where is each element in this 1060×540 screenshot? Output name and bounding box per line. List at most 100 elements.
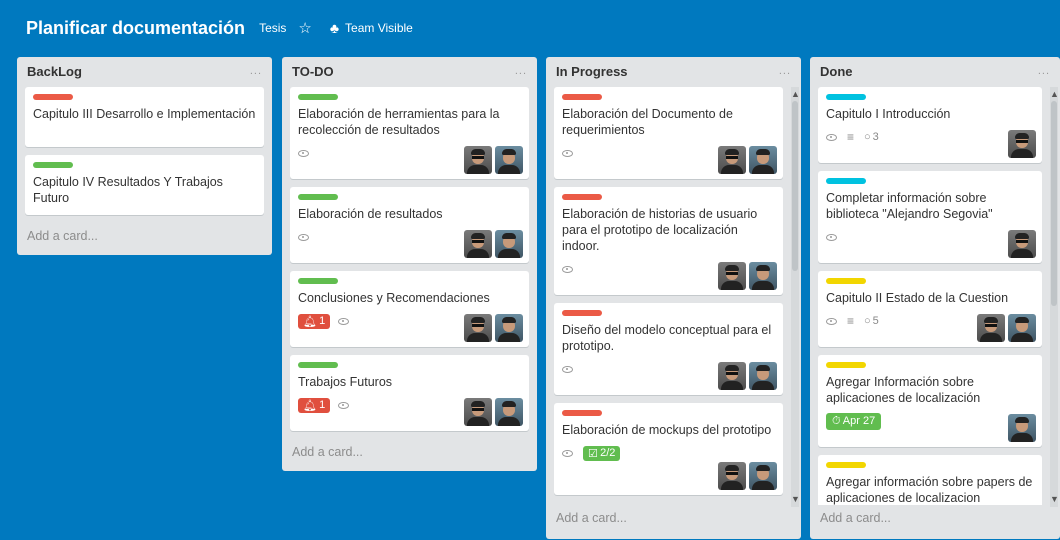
list-menu-icon[interactable]: ... [779, 65, 791, 77]
card-title: Elaboración de historias de usuario para… [562, 207, 758, 253]
card[interactable]: Elaboración de herramientas para la reco… [290, 87, 529, 179]
add-card-button[interactable]: Add a card... [810, 505, 1060, 535]
avatar[interactable] [977, 314, 1005, 342]
scrollbar[interactable] [1050, 87, 1058, 507]
star-icon: ☆ [298, 19, 312, 37]
eye-icon [298, 149, 309, 157]
due-alert-badge: 🔔︎ 1 [298, 313, 331, 329]
card-title: Conclusiones y Recomendaciones [298, 291, 490, 305]
avatar[interactable] [749, 362, 777, 390]
scroll-up-icon[interactable]: ▲ [1050, 89, 1059, 99]
card[interactable]: Capitulo III Desarrollo e Implementación [25, 87, 264, 147]
avatar[interactable] [495, 314, 523, 342]
list-done: Done ... Capitulo I Introducción ≡ ○ 3 Co… [810, 57, 1060, 539]
card[interactable]: Agregar información sobre papers de apli… [818, 455, 1042, 505]
card[interactable]: Elaboración de historias de usuario para… [554, 187, 783, 295]
label-yellow [826, 278, 866, 284]
star-button[interactable]: ☆ [298, 21, 317, 36]
comment-count: 5 [872, 315, 879, 327]
eye-icon [562, 149, 573, 157]
card[interactable]: Conclusiones y Recomendaciones 🔔︎ 1 [290, 271, 529, 347]
list-cards: Elaboración de herramientas para la reco… [282, 85, 537, 439]
avatar[interactable] [1008, 230, 1036, 258]
card-members [974, 314, 1036, 342]
eye-icon [826, 317, 837, 325]
list-menu-icon[interactable]: ... [250, 65, 262, 77]
list-cards: Elaboración del Documento de requerimien… [546, 85, 801, 505]
list-header: BackLog ... [17, 57, 272, 85]
team-name[interactable]: Tesis [259, 21, 286, 35]
card-members [1005, 414, 1036, 442]
comment-badge: ○ 3 [864, 131, 879, 143]
comment-icon: ○ [864, 131, 871, 143]
card-title: Completar información sobre biblioteca "… [826, 191, 993, 221]
card[interactable]: Agregar Información sobre aplicaciones d… [818, 355, 1042, 447]
avatar[interactable] [1008, 130, 1036, 158]
card[interactable]: Trabajos Futuros 🔔︎ 1 [290, 355, 529, 431]
list-header: Done ... [810, 57, 1060, 85]
card-title: Capitulo IV Resultados Y Trabajos Futuro [33, 175, 223, 205]
label-green [33, 162, 73, 168]
scrollbar-thumb[interactable] [1051, 101, 1057, 306]
avatar[interactable] [1008, 414, 1036, 442]
visibility-button[interactable]: ♣ Team Visible [330, 21, 413, 35]
checklist-count: 2/2 [600, 447, 616, 459]
description-icon: ≡ [847, 314, 855, 328]
scroll-down-icon[interactable]: ▼ [791, 494, 800, 504]
card-badges: ≡ ○ 3 [826, 128, 1034, 146]
avatar[interactable] [718, 146, 746, 174]
avatar[interactable] [749, 462, 777, 490]
avatar[interactable] [495, 146, 523, 174]
list-menu-icon[interactable]: ... [515, 65, 527, 77]
avatar[interactable] [495, 230, 523, 258]
list-header: In Progress ... [546, 57, 801, 85]
clock-icon: ⏱ [832, 414, 843, 427]
avatar[interactable] [464, 314, 492, 342]
card-members [715, 262, 777, 290]
avatar[interactable] [718, 462, 746, 490]
card-title: Elaboración de mockups del prototipo [562, 423, 772, 437]
scroll-down-icon[interactable]: ▼ [1050, 494, 1059, 504]
eye-icon [338, 317, 350, 325]
add-card-button[interactable]: Add a card... [17, 223, 272, 253]
card[interactable]: Elaboración de resultados [290, 187, 529, 263]
card[interactable]: Elaboración de mockups del prototipo ☑ 2… [554, 403, 783, 495]
add-card-button[interactable]: Add a card... [546, 505, 801, 535]
avatar[interactable] [749, 146, 777, 174]
card-members [715, 146, 777, 174]
card[interactable]: Diseño del modelo conceptual para el pro… [554, 303, 783, 395]
card-badges: ⏱ Apr 27 [826, 412, 1034, 430]
scroll-up-icon[interactable]: ▲ [791, 89, 800, 99]
card[interactable]: Capitulo IV Resultados Y Trabajos Futuro [25, 155, 264, 215]
avatar[interactable] [1008, 314, 1036, 342]
list-title: Done [820, 63, 853, 79]
add-card-button[interactable]: Add a card... [282, 439, 537, 469]
card[interactable]: Capitulo I Introducción ≡ ○ 3 [818, 87, 1042, 163]
list-header: TO-DO ... [282, 57, 537, 85]
avatar[interactable] [718, 362, 746, 390]
scrollbar[interactable] [791, 87, 799, 507]
list-menu-icon[interactable]: ... [1038, 65, 1050, 77]
card[interactable]: Completar información sobre biblioteca "… [818, 171, 1042, 263]
board-title[interactable]: Planificar documentación [26, 18, 245, 39]
avatar[interactable] [495, 398, 523, 426]
due-alert-badge: 🔔︎ 1 [298, 397, 331, 413]
card-badges [826, 228, 1034, 246]
avatar[interactable] [718, 262, 746, 290]
card-members [461, 314, 523, 342]
avatar[interactable] [464, 146, 492, 174]
scrollbar-thumb[interactable] [792, 101, 798, 271]
card[interactable]: Capitulo II Estado de la Cuestion ≡ ○ 5 [818, 271, 1042, 347]
label-green [298, 362, 338, 368]
description-icon: ≡ [847, 130, 855, 144]
comment-icon: ○ [864, 315, 871, 327]
comment-badge: ○ 5 [864, 315, 879, 327]
label-yellow [826, 462, 866, 468]
label-blue [826, 94, 866, 100]
card[interactable]: Elaboración del Documento de requerimien… [554, 87, 783, 179]
avatar[interactable] [749, 262, 777, 290]
label-red [562, 194, 602, 200]
avatar[interactable] [464, 398, 492, 426]
avatar[interactable] [464, 230, 492, 258]
eye-icon [338, 401, 350, 409]
